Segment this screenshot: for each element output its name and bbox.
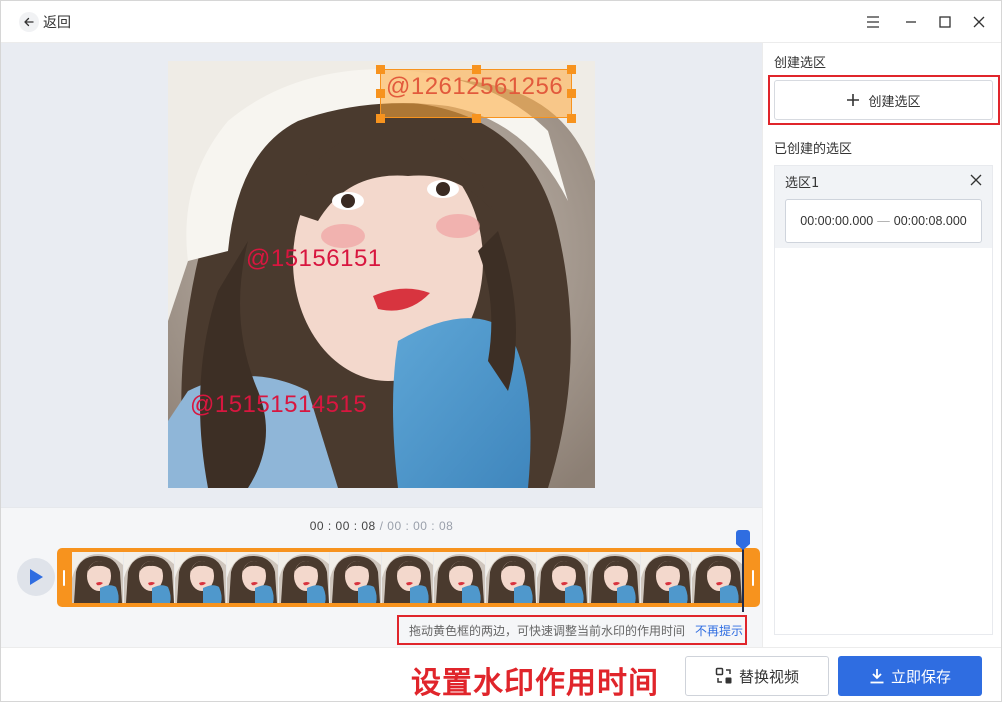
dismiss-hint-link[interactable]: 不再提示 [695, 622, 743, 639]
resize-handle[interactable] [567, 89, 576, 98]
save-label: 立即保存 [890, 667, 951, 686]
maximize-button[interactable] [935, 12, 955, 32]
minimize-button[interactable] [901, 12, 921, 32]
thumbnail-frame [640, 552, 693, 603]
resize-handle[interactable] [472, 114, 481, 123]
timecode: 00 : 00 : 08 / 00 : 00 : 08 [1, 519, 762, 533]
thumbnail-frame [537, 552, 589, 603]
play-button[interactable] [17, 558, 55, 596]
video-preview-area: @12612561256 @15156151 @15151514515 [1, 43, 762, 507]
range-start: 00:00:00.000 [800, 214, 874, 228]
annotation-caption: 设置水印作用时间 [411, 666, 659, 701]
selection-name: 选区1 [785, 176, 820, 191]
timeline-range-strip[interactable] [57, 548, 760, 607]
thumbnail-frame [692, 552, 744, 603]
time-range-field[interactable]: 00:00:00.000 — 00:00:08.000 [785, 199, 982, 243]
selection-list: 选区1 00:00:00.000 — 00:00:08.000 [774, 165, 993, 635]
thumbnail-frame [330, 552, 383, 603]
time-separator: / [379, 519, 384, 533]
thumbnail-frame [382, 552, 434, 603]
range-dash: — [877, 214, 890, 228]
range-end: 00:00:08.000 [893, 214, 967, 228]
thumbnail-frame [123, 552, 176, 603]
thumbnail-frame [433, 552, 486, 603]
resize-handle[interactable] [376, 114, 385, 123]
watermark-text: @15156151 [246, 245, 382, 272]
thumbnail-frame [72, 552, 124, 603]
save-button[interactable]: 立即保存 [838, 656, 982, 696]
title-bar: 返回 [1, 1, 1001, 43]
play-icon [30, 569, 43, 585]
back-label: 返回 [43, 15, 71, 31]
download-icon [870, 669, 884, 684]
create-section-title: 创建选区 [774, 56, 827, 71]
range-left-handle[interactable] [57, 548, 71, 607]
resize-handle[interactable] [567, 114, 576, 123]
watermark-text: @12612561256 [386, 73, 564, 100]
thumbnail-frame [175, 552, 228, 603]
create-selection-label: 创建选区 [868, 94, 921, 110]
thumbnail-frame [227, 552, 279, 603]
thumbnail-frame [278, 552, 331, 603]
playhead[interactable] [742, 542, 744, 612]
created-section-title: 已创建的选区 [774, 142, 853, 157]
current-time: 00 : 00 : 08 [309, 519, 376, 533]
app-window: 返回 @12612561256 @15156151 @15151514515 0… [0, 0, 1002, 702]
close-window-button[interactable] [969, 12, 989, 32]
close-icon[interactable] [968, 172, 984, 188]
create-selection-button[interactable]: 创建选区 [774, 80, 993, 120]
resize-handle[interactable] [376, 65, 385, 74]
timeline-area: 00 : 00 : 08 / 00 : 00 : 08 拖动黄色框的两边，可快速… [1, 507, 762, 647]
bottom-bar: 设置水印作用时间 替换视频 立即保存 [1, 647, 1001, 701]
video-frame-image: @12612561256 @15156151 @15151514515 [168, 61, 595, 488]
replace-video-label: 替换视频 [738, 667, 799, 686]
thumbnail-frame [485, 552, 538, 603]
playhead-knob[interactable] [736, 530, 750, 550]
replace-video-button[interactable]: 替换视频 [685, 656, 829, 696]
watermark-text: @15151514515 [190, 391, 368, 418]
menu-icon[interactable] [863, 12, 883, 32]
arrow-left-icon [19, 12, 39, 32]
back-button[interactable]: 返回 [19, 11, 71, 33]
total-time: 00 : 00 : 08 [387, 519, 454, 533]
thumbnail-frame [588, 552, 641, 603]
replace-icon [715, 667, 732, 684]
range-right-handle[interactable] [746, 548, 760, 607]
resize-handle[interactable] [567, 65, 576, 74]
plus-icon [847, 94, 860, 106]
timeline-hint: 拖动黄色框的两边，可快速调整当前水印的作用时间 不再提示 [397, 615, 747, 645]
list-item[interactable]: 选区1 00:00:00.000 — 00:00:08.000 [775, 166, 992, 248]
selection-panel: 创建选区 创建选区 已创建的选区 选区1 00:00:00.000 — 00:0… [762, 43, 1001, 647]
hint-text: 拖动黄色框的两边，可快速调整当前水印的作用时间 [408, 623, 685, 638]
resize-handle[interactable] [376, 89, 385, 98]
thumbnail-strip [72, 552, 744, 603]
